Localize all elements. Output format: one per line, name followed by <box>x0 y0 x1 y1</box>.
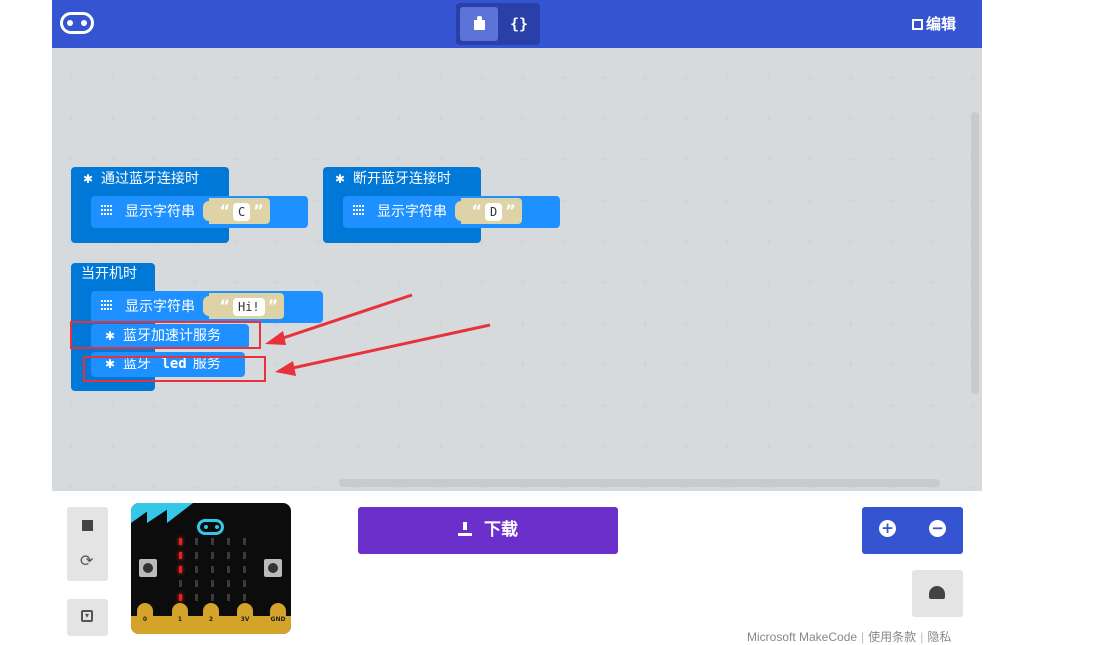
button-b[interactable] <box>264 559 282 577</box>
download-label: 下载 <box>484 520 518 540</box>
led <box>179 538 182 545</box>
zoom-in-button[interactable]: + <box>879 520 896 537</box>
toggle-simulator-button[interactable]: ▾ <box>67 599 108 636</box>
led <box>243 594 246 601</box>
led <box>195 566 198 573</box>
led <box>227 552 230 559</box>
turtle-icon <box>929 586 945 599</box>
led <box>195 580 198 587</box>
restart-icon[interactable]: ⟳ <box>80 553 93 569</box>
download-icon <box>458 522 472 536</box>
led <box>211 594 214 601</box>
microbit-logo-icon[interactable] <box>60 12 94 34</box>
footer: Microsoft MakeCode | 使用条款 | 隐私 <box>747 630 952 644</box>
pin-2[interactable]: 2 <box>203 603 219 631</box>
microbit-simulator[interactable]: 0 1 2 3V GND <box>131 503 291 634</box>
led <box>179 566 182 573</box>
horizontal-scrollbar[interactable] <box>339 479 940 487</box>
terms-link[interactable]: 使用条款 <box>868 630 916 644</box>
pin-gnd[interactable]: GND <box>270 603 286 631</box>
led <box>211 552 214 559</box>
javascript-mode-button[interactable]: {} <box>502 7 536 41</box>
slow-mode-button[interactable] <box>912 570 963 617</box>
led <box>211 538 214 545</box>
led <box>227 594 230 601</box>
edit-button[interactable]: 编辑 <box>912 12 956 36</box>
annotation-arrows <box>265 293 491 376</box>
pin-3v[interactable]: 3V <box>237 603 253 631</box>
pin-0[interactable]: 0 <box>137 603 153 631</box>
zoom-controls: + − <box>862 507 963 554</box>
led <box>227 566 230 573</box>
led <box>195 538 198 545</box>
blocks-mode-button[interactable] <box>460 7 498 41</box>
top-bar: {} 编辑 <box>52 0 982 48</box>
stop-simulator-button[interactable]: ⟳ <box>67 507 108 581</box>
led <box>195 594 198 601</box>
led <box>227 538 230 545</box>
led <box>227 580 230 587</box>
privacy-link[interactable]: 隐私 <box>927 630 951 644</box>
external-link-icon <box>912 19 923 30</box>
puzzle-icon <box>474 16 485 30</box>
button-a[interactable] <box>139 559 157 577</box>
led <box>243 566 246 573</box>
led <box>211 566 214 573</box>
pin-1[interactable]: 1 <box>172 603 188 631</box>
vertical-scrollbar[interactable] <box>971 112 979 394</box>
led <box>195 552 198 559</box>
edit-label: 编辑 <box>926 15 957 33</box>
editor-mode-toggle: {} <box>456 3 540 45</box>
download-button[interactable]: 下载 <box>358 507 618 554</box>
led <box>243 552 246 559</box>
led <box>243 538 246 545</box>
led <box>179 594 182 601</box>
led <box>179 580 182 587</box>
zoom-out-button[interactable]: − <box>929 520 946 537</box>
led <box>243 580 246 587</box>
footer-brand[interactable]: Microsoft MakeCode <box>747 630 857 644</box>
microbit-face-icon <box>197 519 224 535</box>
led <box>211 580 214 587</box>
led <box>179 552 182 559</box>
blocks-workspace[interactable]: ✱ 通过蓝牙连接时 显示字符串 “C” ✱ 断开蓝牙连接时 显示字符串 “D” 当开… <box>52 48 982 491</box>
collapse-icon: ▾ <box>81 610 93 622</box>
stop-icon <box>82 520 93 531</box>
